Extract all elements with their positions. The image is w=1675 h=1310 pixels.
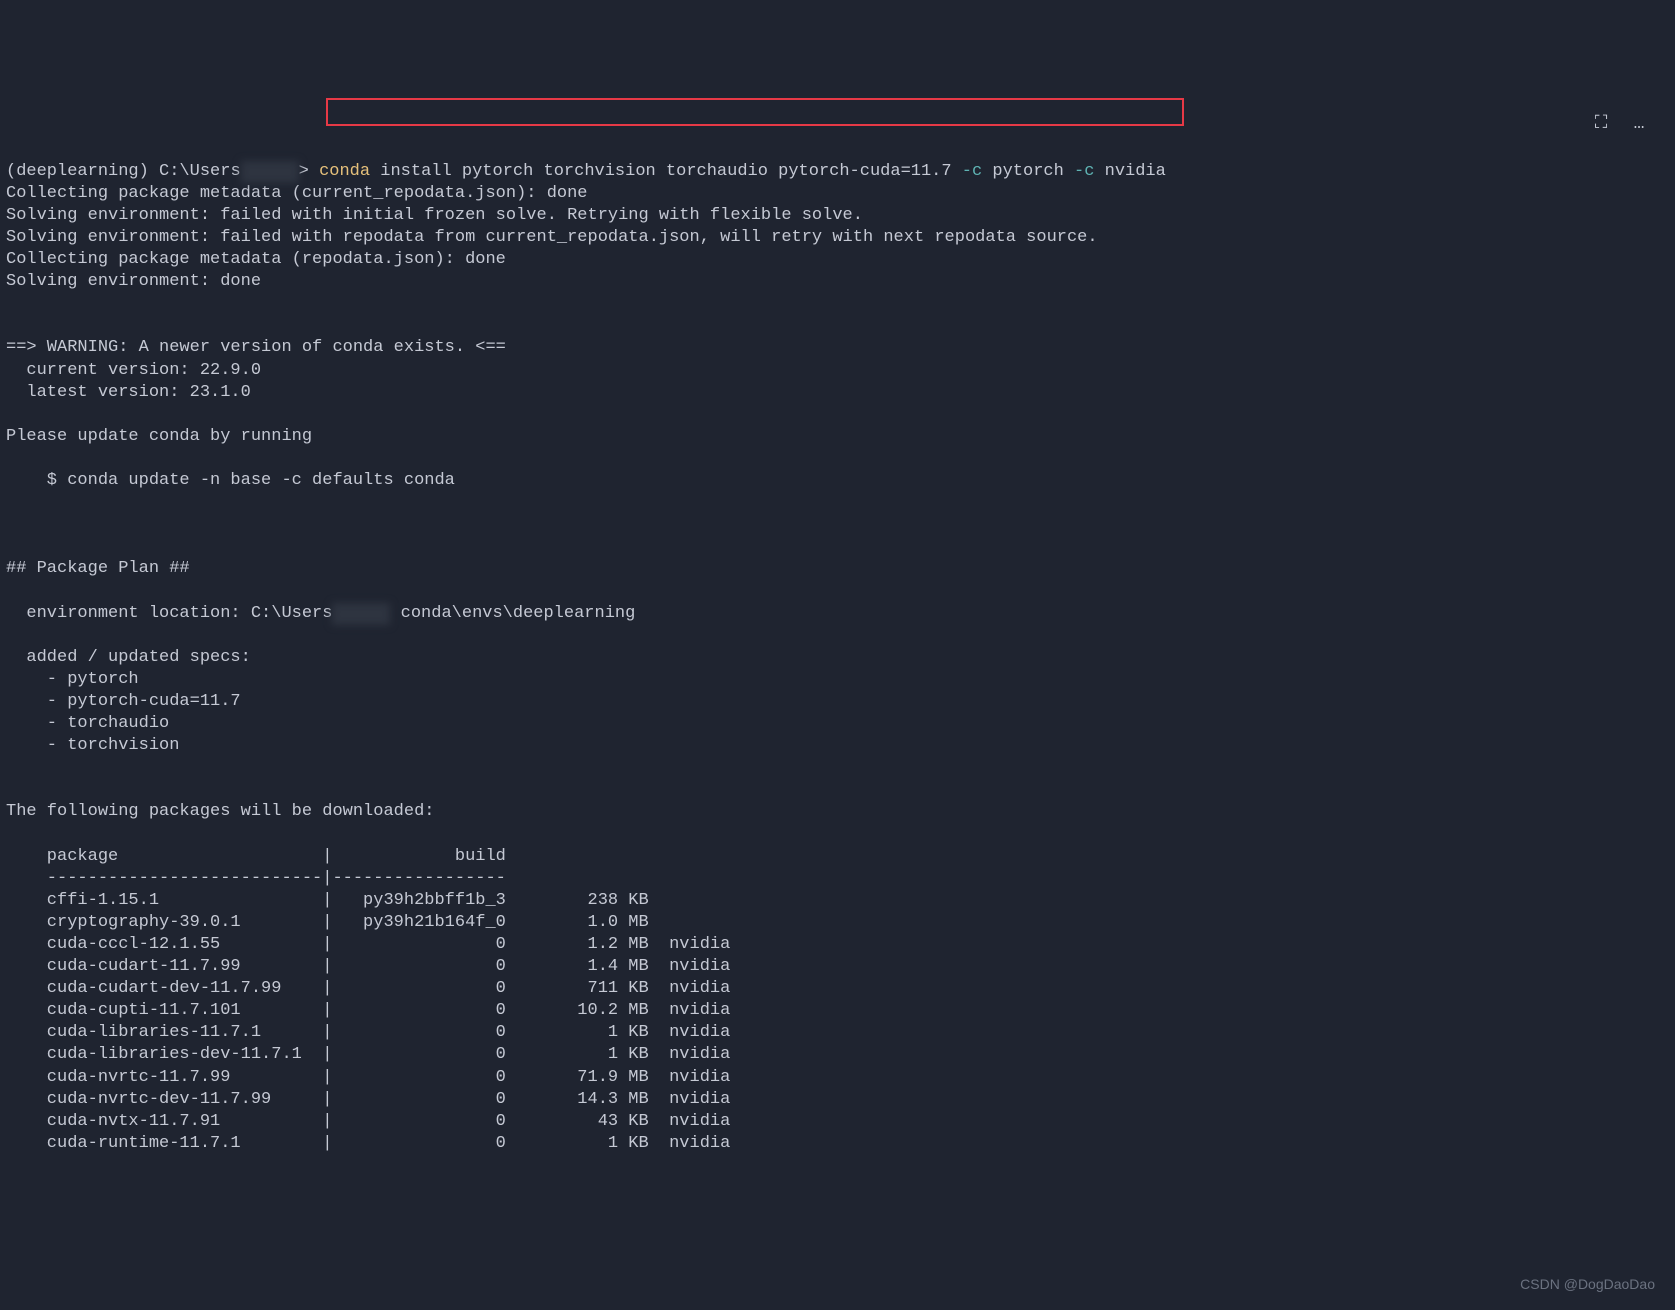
prompt-suffix: > [299, 162, 309, 181]
redacted-username: XXXXX [241, 161, 299, 183]
output-line: Solving environment: failed with initial… [6, 206, 863, 225]
env-location-suffix: conda\envs\deeplearning [401, 604, 636, 623]
spec-item: - torchaudio [6, 714, 169, 733]
command-args: install pytorch torchvision torchaudio p… [380, 162, 951, 181]
env-location-prefix: environment location: C:\Users [6, 604, 332, 623]
update-command: $ conda update -n base -c defaults conda [6, 471, 455, 490]
package-row: cuda-cudart-11.7.99 | 0 1.4 MB nvidia [6, 957, 730, 976]
more-icon[interactable]: … [1627, 112, 1651, 136]
specs-header: added / updated specs: [6, 648, 251, 667]
package-row: cuda-nvrtc-11.7.99 | 0 71.9 MB nvidia [6, 1068, 730, 1087]
update-prompt: Please update conda by running [6, 427, 312, 446]
package-table-body: cffi-1.15.1 | py39h2bbff1b_3 238 KB cryp… [6, 890, 1669, 1155]
package-row: cuda-libraries-11.7.1 | 0 1 KB nvidia [6, 1023, 730, 1042]
command-arg2: nvidia [1105, 162, 1166, 181]
command-flag1: -c [962, 162, 982, 181]
output-line: Solving environment: failed with repodat… [6, 228, 1098, 247]
table-header: package | build [6, 847, 506, 866]
warning-latest: latest version: 23.1.0 [6, 383, 251, 402]
package-plan-header: ## Package Plan ## [6, 559, 190, 578]
command-arg1: pytorch [992, 162, 1063, 181]
toolbar: ⛶ … [1589, 112, 1651, 136]
package-row: cuda-nvrtc-dev-11.7.99 | 0 14.3 MB nvidi… [6, 1090, 730, 1109]
command-conda: conda [319, 162, 370, 181]
expand-icon[interactable]: ⛶ [1589, 112, 1613, 136]
package-row: cffi-1.15.1 | py39h2bbff1b_3 238 KB [6, 891, 649, 910]
command-flag2: -c [1074, 162, 1094, 181]
output-line: Solving environment: done [6, 272, 261, 291]
package-row: cuda-cupti-11.7.101 | 0 10.2 MB nvidia [6, 1001, 730, 1020]
package-row: cuda-runtime-11.7.1 | 0 1 KB nvidia [6, 1134, 730, 1153]
output-line: Collecting package metadata (current_rep… [6, 184, 588, 203]
warning-header: ==> WARNING: A newer version of conda ex… [6, 338, 506, 357]
command-highlight-box [326, 98, 1184, 126]
table-divider: ---------------------------|------------… [6, 869, 506, 888]
package-row: cryptography-39.0.1 | py39h21b164f_0 1.0… [6, 913, 649, 932]
spec-item: - pytorch [6, 670, 139, 689]
package-row: cuda-nvtx-11.7.91 | 0 43 KB nvidia [6, 1112, 730, 1131]
prompt-path-prefix: C:\Users [159, 162, 241, 181]
warning-current: current version: 22.9.0 [6, 361, 261, 380]
spec-item: - pytorch-cuda=11.7 [6, 692, 241, 711]
terminal-output[interactable]: ⛶ … (deeplearning) C:\UsersXXXXX> conda … [6, 94, 1669, 1155]
package-row: cuda-cccl-12.1.55 | 0 1.2 MB nvidia [6, 935, 730, 954]
prompt-env: (deeplearning) [6, 162, 149, 181]
spec-item: - torchvision [6, 736, 179, 755]
download-header: The following packages will be downloade… [6, 802, 434, 821]
redacted-username: XXXXX [332, 603, 390, 625]
output-line: Collecting package metadata (repodata.js… [6, 250, 506, 269]
watermark: CSDN @DogDaoDao [1520, 1275, 1655, 1293]
package-row: cuda-cudart-dev-11.7.99 | 0 711 KB nvidi… [6, 979, 730, 998]
package-row: cuda-libraries-dev-11.7.1 | 0 1 KB nvidi… [6, 1045, 730, 1064]
